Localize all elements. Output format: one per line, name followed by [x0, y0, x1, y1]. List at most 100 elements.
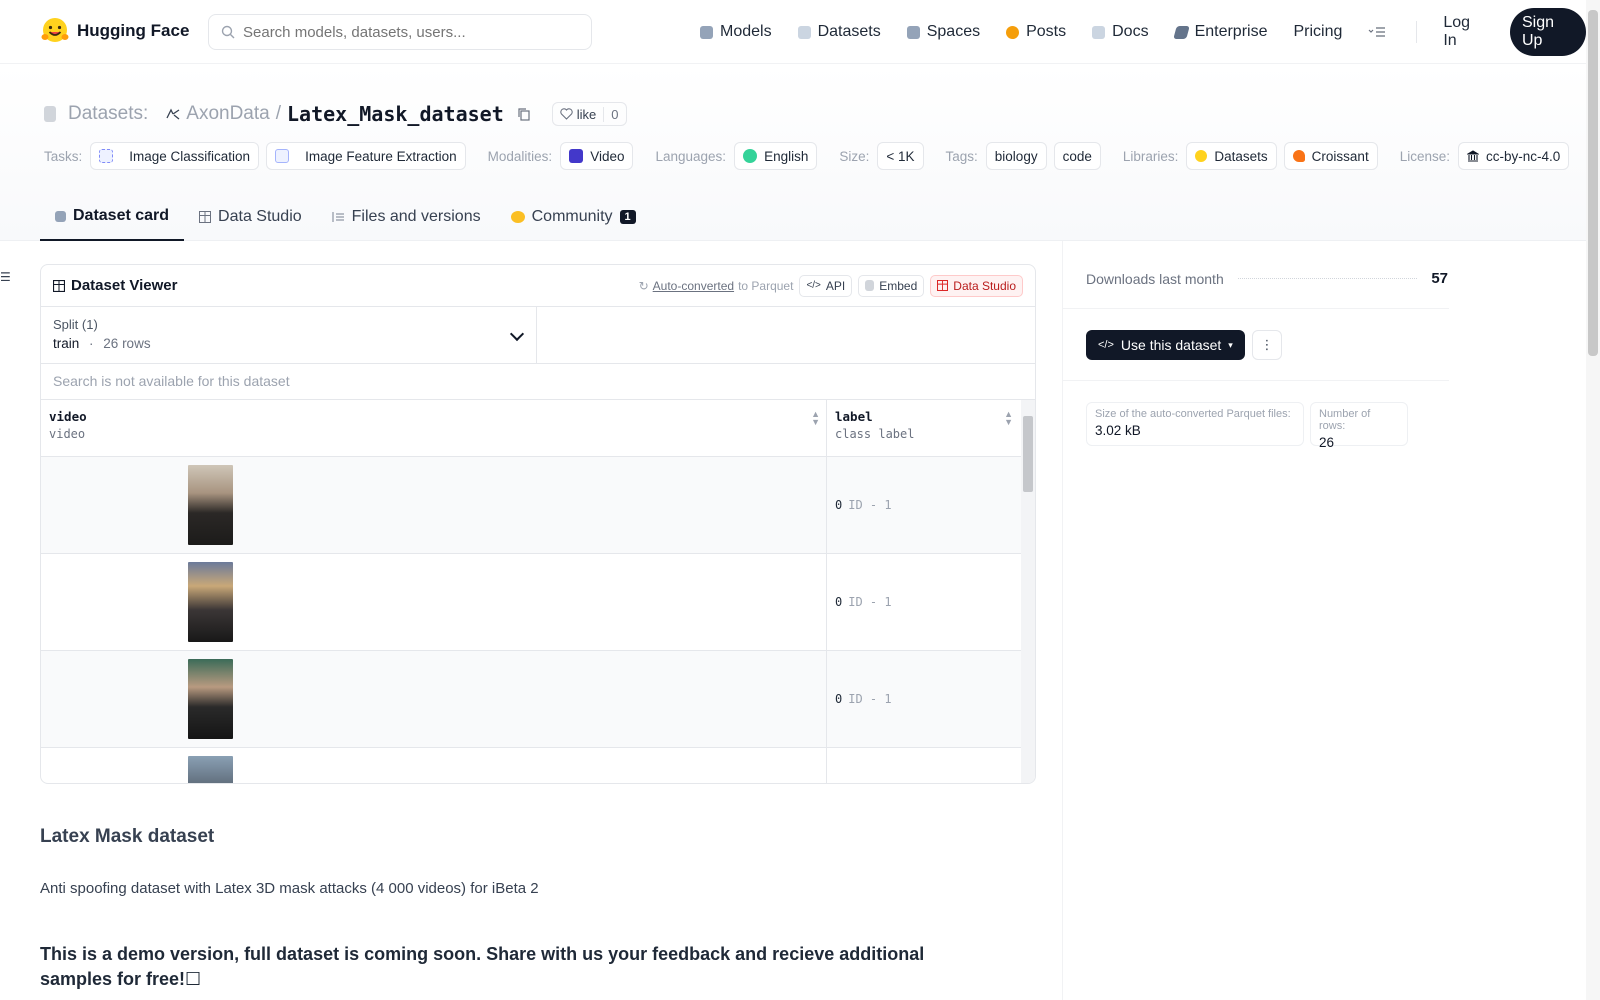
tag-license[interactable]: cc-by-nc-4.0 [1458, 142, 1570, 170]
tab-files-and-versions[interactable]: Files and versions [317, 193, 496, 241]
api-button[interactable]: </> API [799, 274, 853, 297]
column-name: video [49, 409, 87, 424]
video-cell [41, 554, 827, 650]
tab-dataset-card[interactable]: Dataset card [40, 193, 185, 241]
sidebar-divider [1062, 241, 1063, 1000]
community-icon [510, 211, 525, 223]
more-options-button[interactable]: ⋮ [1252, 330, 1282, 360]
nav-docs[interactable]: Docs [1092, 23, 1149, 41]
library-label: Croissant [1311, 148, 1369, 164]
datasets-icon [797, 25, 811, 39]
video-thumbnail[interactable] [188, 562, 233, 642]
viewer-search-unavailable: Search is not available for this dataset [41, 364, 1035, 400]
page-scrollbar[interactable] [1586, 0, 1600, 1000]
bank-icon [1467, 150, 1479, 162]
models-icon [700, 25, 713, 39]
image-classification-icon [99, 149, 114, 163]
nav-enterprise[interactable]: Enterprise [1172, 23, 1267, 41]
brand-logo[interactable]: Hugging Face [41, 17, 189, 45]
tag-task-image-classification[interactable]: Image Classification [90, 142, 260, 170]
viewer-title-text: Dataset Viewer [71, 277, 178, 294]
nav-posts[interactable]: Posts [1006, 23, 1066, 41]
label-cell: 0 ID - 1 [827, 554, 1019, 650]
table-row[interactable]: 0 ID - 1 [41, 651, 1035, 748]
column-header-label[interactable]: label class label ▲ ▼ [827, 400, 1019, 456]
nav-datasets-label: Datasets [817, 23, 881, 40]
hugging-face-logo-icon [41, 18, 69, 42]
tag-size[interactable]: < 1K [877, 142, 924, 170]
search-icon [221, 25, 235, 39]
video-thumbnail[interactable] [188, 756, 233, 783]
tag-modality-video[interactable]: Video [560, 142, 634, 170]
posts-icon [1006, 25, 1020, 39]
breadcrumb-org[interactable]: AxonData [186, 103, 269, 125]
nav-posts-label: Posts [1026, 23, 1067, 40]
sort-icon[interactable]: ▲ ▼ [1004, 410, 1013, 427]
toc-toggle-icon[interactable]: ☰ [0, 270, 11, 284]
auto-converted-link[interactable]: ↻ Auto-converted to Parquet [639, 279, 794, 293]
tag-code[interactable]: code [1053, 142, 1101, 170]
dataset-viewer: Dataset Viewer ↻ Auto-converted to Parqu… [40, 264, 1036, 784]
dataset-title-row: Datasets: AxonData / Latex_Mask_dataset … [44, 102, 627, 126]
sort-icon[interactable]: ▲ ▼ [811, 410, 820, 427]
parquet-size-value: 3.02 kB [1095, 423, 1141, 438]
column-type: video [49, 427, 86, 441]
tab-data-studio[interactable]: Data Studio [184, 193, 317, 241]
login-label: Log In [1443, 14, 1471, 49]
like-button[interactable]: like 0 [551, 102, 627, 126]
login-link[interactable]: Log In [1443, 14, 1484, 50]
tab-community[interactable]: Community 1 [496, 193, 651, 241]
tag-language-english[interactable]: English [734, 142, 818, 170]
croissant-icon [1292, 150, 1305, 162]
label-value: 0 [835, 595, 843, 609]
split-selector[interactable]: Split (1) train · 26 rows [41, 307, 537, 363]
grid-scrollbar[interactable] [1021, 400, 1035, 783]
card-notice: This is a demo version, full dataset is … [40, 944, 925, 989]
license-value: cc-by-nc-4.0 [1486, 148, 1561, 164]
breadcrumb-section[interactable]: Datasets: [68, 103, 148, 125]
page-scrollbar-thumb[interactable] [1588, 10, 1598, 356]
row-count-card: Number of rows: 26 [1310, 402, 1408, 450]
spaces-icon [906, 25, 920, 39]
nav-spaces-label: Spaces [926, 23, 981, 40]
grid-header: video video ▲ ▼ label class label ▲ ▼ [41, 400, 1035, 457]
modalities-label: Modalities: [487, 148, 553, 164]
tag-biology[interactable]: biology [985, 142, 1047, 170]
label-cell: 0 ID - 1 [827, 457, 1019, 553]
table-row[interactable]: 0 ID - 1 [41, 554, 1035, 651]
tag-library-croissant[interactable]: Croissant [1283, 142, 1378, 170]
grid-scrollbar-thumb[interactable] [1023, 416, 1033, 492]
tag-library-datasets[interactable]: Datasets [1186, 142, 1277, 170]
nav-spaces[interactable]: Spaces [906, 23, 981, 41]
top-navbar: Hugging Face Models Datasets Spaces Post… [0, 0, 1586, 64]
column-header-video[interactable]: video video ▲ ▼ [41, 400, 827, 456]
split-row-count: 26 rows [103, 336, 151, 351]
table-row[interactable] [41, 748, 1035, 783]
dataset-tags: Tasks: Image Classification Image Featur… [44, 142, 1570, 170]
video-thumbnail[interactable] [188, 659, 233, 739]
search-input[interactable] [243, 23, 573, 41]
to-parquet-text: to Parquet [738, 278, 794, 293]
use-this-dataset-button[interactable]: </> Use this dataset ▾ [1086, 330, 1245, 360]
nav-datasets[interactable]: Datasets [797, 23, 881, 41]
page-title[interactable]: Latex_Mask_dataset [287, 102, 504, 126]
label-name: ID - 1 [848, 498, 892, 512]
table-row[interactable]: 0 ID - 1 [41, 457, 1035, 554]
nav-more-menu[interactable] [1368, 26, 1386, 38]
languages-label: Languages: [655, 148, 727, 164]
nav-models[interactable]: Models [700, 23, 772, 41]
tags-label: Tags: [945, 148, 978, 164]
sidebar-separator [1063, 308, 1449, 309]
tag-task-image-feature-extraction[interactable]: Image Feature Extraction [266, 142, 466, 170]
libraries-label: Libraries: [1122, 148, 1179, 164]
tag-text: biology [994, 148, 1038, 164]
embed-button[interactable]: Embed [858, 274, 925, 297]
size-value: < 1K [886, 148, 915, 164]
copy-icon[interactable] [516, 106, 532, 122]
nav-pricing[interactable]: Pricing [1293, 23, 1342, 41]
signup-button[interactable]: Sign Up [1509, 8, 1586, 56]
data-studio-button[interactable]: Data Studio [930, 274, 1023, 297]
image-feature-extraction-icon [275, 149, 290, 163]
global-search[interactable] [208, 14, 592, 50]
video-thumbnail[interactable] [188, 465, 233, 545]
